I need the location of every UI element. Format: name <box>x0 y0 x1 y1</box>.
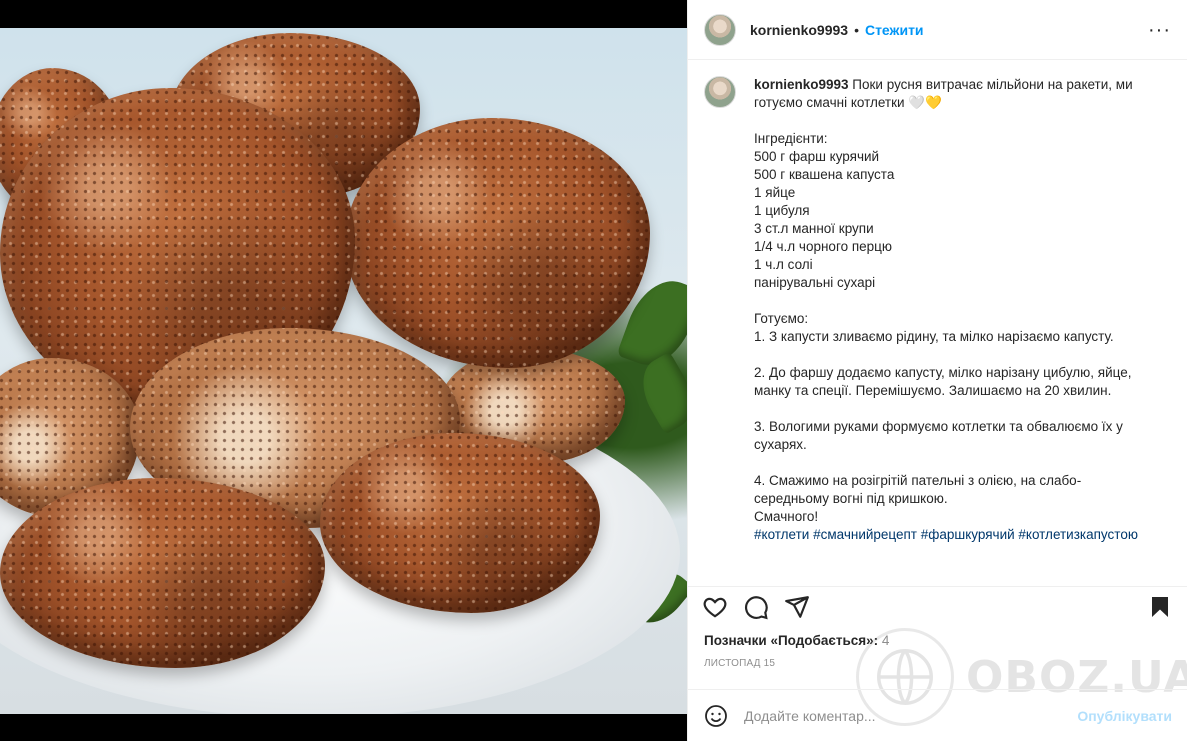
caption-section: kornienko9993 Поки русня витрачає мільйо… <box>688 60 1187 576</box>
follow-button[interactable]: Стежити <box>865 22 924 38</box>
comment-bar: Опублікувати <box>688 689 1187 741</box>
smile-icon[interactable] <box>704 704 728 728</box>
instagram-post-modal: kornienko9993 • Стежити ··· kornienko999… <box>0 0 1187 741</box>
caption-body: Поки русня витрачає мільйони на ракети, … <box>754 77 1133 524</box>
post-photo[interactable] <box>0 28 687 714</box>
post-details-panel: kornienko9993 • Стежити ··· kornienko999… <box>687 0 1187 741</box>
hashtags[interactable]: #котлети #смачнийрецепт #фаршкурячий #ко… <box>754 527 1138 542</box>
publish-button[interactable]: Опублікувати <box>1077 708 1172 724</box>
herb-leaf <box>630 351 687 435</box>
author-username[interactable]: kornienko9993 <box>750 22 848 38</box>
send-icon[interactable] <box>784 594 810 620</box>
comment-icon[interactable] <box>743 594 769 620</box>
heart-icon[interactable] <box>702 594 728 620</box>
avatar[interactable] <box>704 76 736 108</box>
caption-username[interactable]: kornienko9993 <box>754 77 849 92</box>
bookmark-icon[interactable] <box>1148 594 1174 620</box>
action-bar <box>688 586 1187 620</box>
cutlet <box>345 118 650 368</box>
caption-text: kornienko9993 Поки русня витрачає мільйо… <box>754 76 1156 576</box>
separator-dot: • <box>854 21 859 38</box>
more-options-icon[interactable]: ··· <box>1148 20 1171 40</box>
comment-input[interactable] <box>744 707 1064 724</box>
avatar[interactable] <box>704 13 736 46</box>
post-header: kornienko9993 • Стежити ··· <box>688 0 1187 60</box>
post-date[interactable]: листопад 15 <box>704 658 775 669</box>
